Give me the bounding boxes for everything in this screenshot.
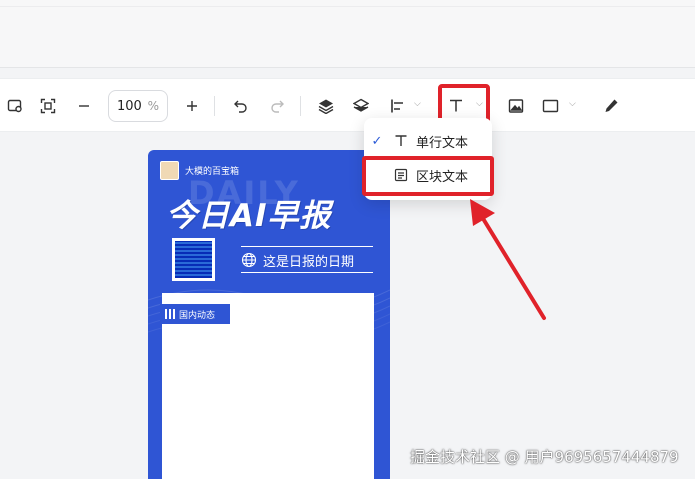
date-top-rule	[241, 246, 373, 247]
section-tag[interactable]: 国内动态	[160, 304, 230, 324]
poster-canvas[interactable]: 大模的百宝箱 DAILY 今日AI早报 这是日报的日期 国内动态	[148, 150, 390, 479]
poster-title[interactable]: 今日AI早报	[166, 190, 332, 235]
zoom-in-icon[interactable]	[179, 93, 205, 119]
layer-up-icon[interactable]	[313, 93, 339, 119]
toolbar-divider	[214, 96, 215, 116]
block-text-highlight	[362, 156, 494, 196]
text-icon	[390, 134, 412, 148]
chevron-down-icon[interactable]: ⌵	[569, 99, 576, 109]
zoom-out-icon[interactable]	[71, 93, 97, 119]
globe-icon	[241, 252, 257, 268]
pen-icon[interactable]	[598, 93, 624, 119]
check-icon: ✓	[371, 133, 383, 149]
watermark-text: 掘金技术社区 @ 用户9695657444879	[410, 448, 679, 466]
rectangle-icon[interactable]	[538, 93, 564, 119]
section-tag-label: 国内动态	[179, 310, 216, 321]
image-icon[interactable]	[503, 93, 529, 119]
menu-item-label: 单行文本	[416, 135, 469, 151]
zoom-unit: %	[147, 99, 159, 113]
toolbar-divider	[300, 96, 301, 116]
date-bottom-rule	[241, 272, 373, 273]
poster-date-text: 这是日报的日期	[263, 254, 355, 270]
undo-icon[interactable]	[228, 93, 254, 119]
menu-item-single-line-text[interactable]: ✓ 单行文本	[364, 124, 492, 158]
author-avatar	[160, 161, 179, 180]
frame-add-icon[interactable]	[2, 93, 28, 119]
zoom-input[interactable]: 100 %	[108, 90, 168, 122]
zoom-value: 100	[117, 98, 142, 114]
poster-date[interactable]: 这是日报的日期	[241, 249, 354, 271]
header-divider	[0, 6, 695, 7]
fit-screen-icon[interactable]	[35, 93, 61, 119]
qr-code	[172, 238, 215, 281]
align-left-icon[interactable]	[385, 93, 411, 119]
redo-icon[interactable]	[264, 93, 290, 119]
top-header-bar	[0, 0, 695, 68]
editor-toolbar: 100 % ⌵ ⌵ ⌵	[0, 78, 695, 132]
chevron-down-icon[interactable]: ⌵	[414, 99, 421, 109]
layer-down-icon[interactable]	[348, 93, 374, 119]
bars-icon	[165, 309, 175, 319]
